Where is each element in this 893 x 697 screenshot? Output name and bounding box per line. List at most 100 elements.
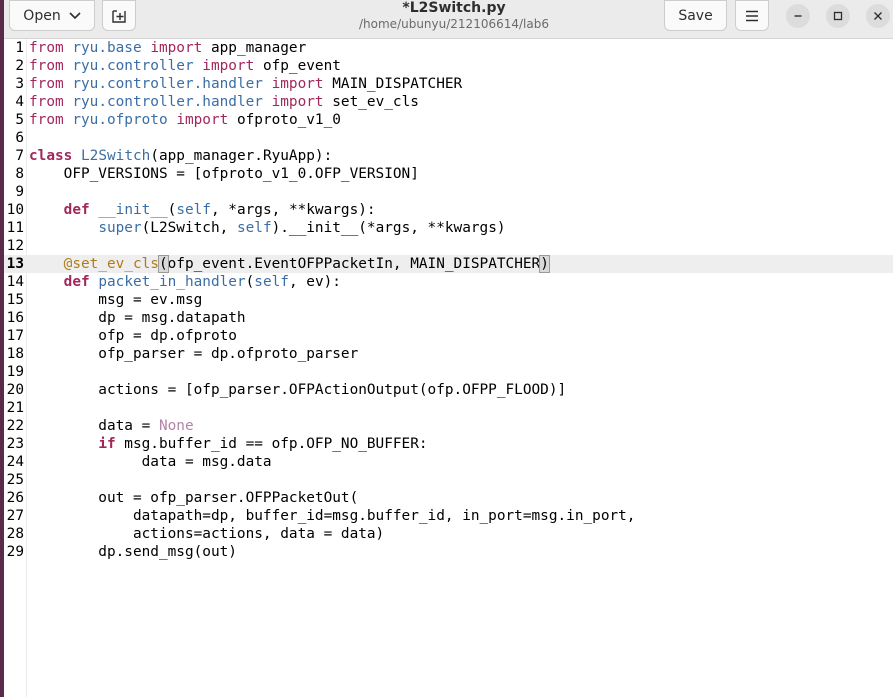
line-number: 15	[6, 292, 24, 308]
code-text: (	[167, 202, 177, 218]
line-number: 16	[6, 310, 24, 326]
code-line[interactable]: 24 data = msg.data	[4, 453, 893, 471]
code-line[interactable]: 25	[4, 471, 893, 489]
code-content: datapath=dp, buffer_id=msg.buffer_id, in…	[29, 507, 636, 525]
code-line[interactable]: 23 if msg.buffer_id == ofp.OFP_NO_BUFFER…	[4, 435, 893, 453]
code-text: ).__init__(*args, **kwargs)	[271, 220, 506, 236]
builtin-token: self	[236, 220, 272, 236]
code-content: from ryu.base import app_manager	[29, 39, 306, 57]
line-number: 12	[6, 238, 24, 254]
module-token: ryu.controller	[72, 58, 194, 74]
code-content: out = ofp_parser.OFPPacketOut(	[29, 489, 358, 507]
code-line[interactable]: 4 from ryu.controller.handler import set_…	[4, 93, 893, 111]
decorator-token: @set_ev_cls	[63, 256, 159, 272]
code-content: from ryu.controller.handler import MAIN_…	[29, 75, 462, 93]
code-line[interactable]: 5 from ryu.ofproto import ofproto_v1_0	[4, 111, 893, 129]
code-text: actions=actions, data = data)	[29, 526, 385, 542]
function-name-token: packet_in_handler	[98, 274, 246, 290]
minimize-button[interactable]	[786, 4, 810, 28]
keyword-token: import	[271, 76, 324, 92]
code-text: , ev):	[288, 274, 341, 290]
code-line[interactable]: 10 def __init__(self, *args, **kwargs):	[4, 201, 893, 219]
main-menu-button[interactable]	[735, 0, 769, 31]
window-title: *L2Switch.py	[402, 0, 506, 16]
code-content: if msg.buffer_id == ofp.OFP_NO_BUFFER:	[29, 435, 427, 453]
line-number: 8	[15, 166, 24, 182]
builtin-token: self	[254, 274, 289, 290]
hamburger-menu-icon	[746, 10, 758, 21]
code-line[interactable]: 2 from ryu.controller import ofp_event	[4, 57, 893, 75]
code-text: ofp_event	[254, 58, 341, 74]
code-text: set_ev_cls	[323, 94, 419, 110]
code-line[interactable]: 3 from ryu.controller.handler import MAIN…	[4, 75, 893, 93]
code-text: ofp = dp.ofproto	[29, 328, 237, 344]
keyword-token: from	[29, 40, 64, 56]
code-line[interactable]: 20 actions = [ofp_parser.OFPActionOutput…	[4, 381, 893, 399]
class-name-token: L2Switch	[81, 148, 151, 164]
code-line[interactable]: 14 def packet_in_handler(self, ev):	[4, 273, 893, 291]
maximize-button[interactable]	[826, 4, 850, 28]
new-tab-icon	[112, 9, 126, 23]
code-line[interactable]: 19	[4, 363, 893, 381]
code-content: ofp = dp.ofproto	[29, 327, 237, 345]
code-line[interactable]: 15 msg = ev.msg	[4, 291, 893, 309]
keyword-token: if	[98, 436, 116, 452]
code-line[interactable]: 26 out = ofp_parser.OFPPacketOut(	[4, 489, 893, 507]
code-line[interactable]: 8 OFP_VERSIONS = [ofproto_v1_0.OFP_VERSI…	[4, 165, 893, 183]
code-line[interactable]: 21	[4, 399, 893, 417]
code-line[interactable]: 18 ofp_parser = dp.ofproto_parser	[4, 345, 893, 363]
keyword-token: def	[63, 274, 90, 290]
code-text: msg = ev.msg	[29, 292, 203, 308]
code-line[interactable]: 11 super(L2Switch, self).__init__(*args,…	[4, 219, 893, 237]
save-button[interactable]: Save	[664, 0, 727, 31]
line-number: 10	[6, 202, 24, 218]
line-number: 7	[15, 148, 24, 164]
code-line[interactable]: 16 dp = msg.datapath	[4, 309, 893, 327]
code-line[interactable]: 6	[4, 129, 893, 147]
builtin-token: super	[98, 220, 142, 236]
line-number: 9	[15, 184, 24, 200]
line-number: 13	[6, 256, 24, 272]
line-number: 14	[6, 274, 24, 290]
code-content: msg = ev.msg	[29, 291, 202, 309]
keyword-token: import	[202, 58, 255, 74]
code-line[interactable]: 9	[4, 183, 893, 201]
code-content: data = msg.data	[29, 453, 272, 471]
code-line[interactable]: 27 datapath=dp, buffer_id=msg.buffer_id,…	[4, 507, 893, 525]
code-content: super(L2Switch, self).__init__(*args, **…	[29, 219, 506, 237]
code-editor[interactable]: 1 from ryu.base import app_manager 2 from r…	[4, 39, 893, 697]
function-name-token: __init__	[98, 202, 168, 218]
open-button-label: Open	[23, 7, 61, 24]
code-line[interactable]: 17 ofp = dp.ofproto	[4, 327, 893, 345]
code-line[interactable]: 22 data = None	[4, 417, 893, 435]
code-text: actions = [ofp_parser.OFPActionOutput(of…	[29, 382, 567, 398]
code-line[interactable]: 7 class L2Switch(app_manager.RyuApp):	[4, 147, 893, 165]
module-token: ryu.controller.handler	[72, 94, 263, 110]
line-number: 4	[15, 94, 24, 110]
close-button[interactable]	[866, 4, 890, 28]
code-line[interactable]: 28 actions=actions, data = data)	[4, 525, 893, 543]
code-line[interactable]: 1 from ryu.base import app_manager	[4, 39, 893, 57]
code-line[interactable]: 13 @set_ev_cls(ofp_event.EventOFPPacketI…	[4, 255, 893, 273]
code-line[interactable]: 29 dp.send_msg(out)	[4, 543, 893, 561]
code-line[interactable]: 12	[4, 237, 893, 255]
none-token: None	[158, 418, 194, 434]
code-content: actions = [ofp_parser.OFPActionOutput(of…	[29, 381, 566, 399]
line-number: 23	[6, 436, 24, 452]
keyword-token: class	[29, 148, 73, 164]
code-text: dp.send_msg(out)	[29, 544, 237, 560]
line-number: 27	[6, 508, 24, 524]
line-number: 11	[6, 220, 24, 236]
code-text: dp = msg.datapath	[29, 310, 246, 326]
matched-bracket: (	[158, 255, 169, 273]
code-text: datapath=dp, buffer_id=msg.buffer_id, in…	[29, 508, 636, 524]
new-tab-button[interactable]	[102, 0, 136, 31]
code-content: dp.send_msg(out)	[29, 543, 237, 561]
open-button[interactable]: Open	[9, 0, 95, 31]
header-bar: Open *L2Switch.py /home/ubunyu/212106614…	[4, 0, 893, 39]
